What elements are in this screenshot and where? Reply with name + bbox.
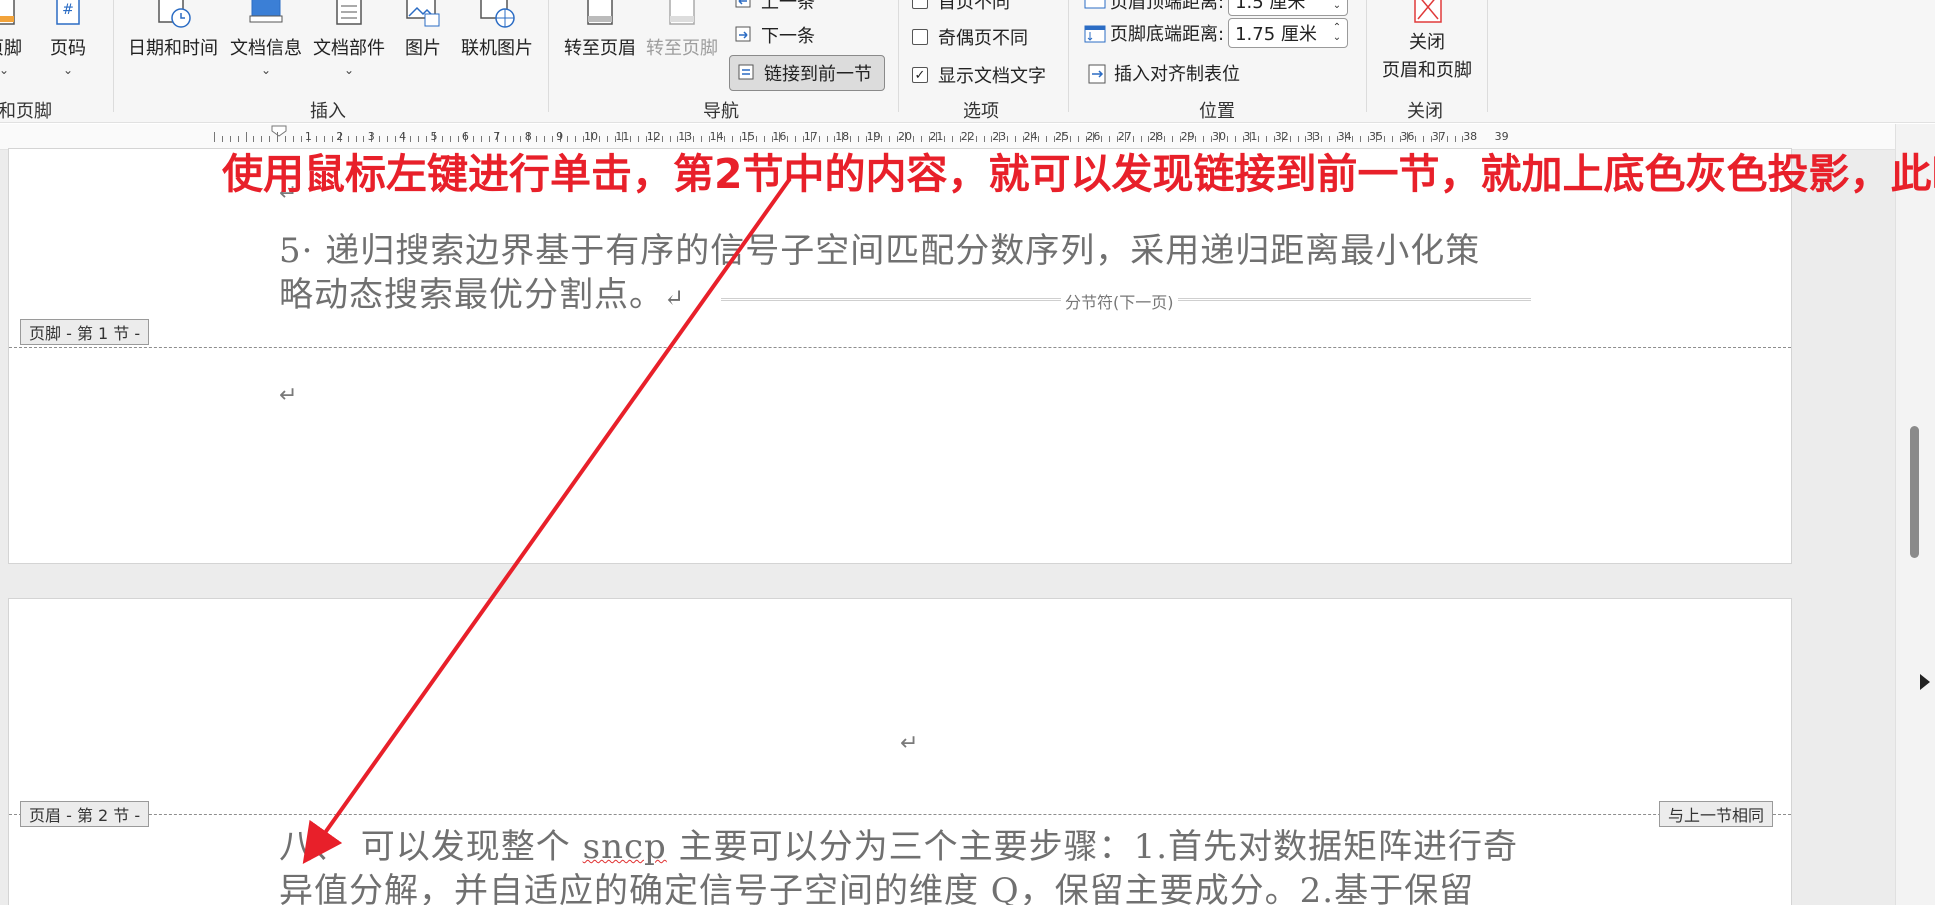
indent-marker-icon[interactable] [270,124,290,138]
goto-header-button[interactable]: 转至页眉 [564,0,636,60]
footer-bottom-distance: 页脚底端距离: 1.75 厘米 ⌃ ⌄ [1084,18,1349,48]
document-canvas[interactable]: ↵ 5· 递归搜索边界基于有序的信号子空间匹配分数序列，采用递归距离最小化策 略… [0,148,1895,905]
online-picture-button[interactable]: 联机图片 [461,0,533,60]
link-to-previous-button[interactable]: 链接到前一节 [729,55,885,91]
close-icon [1409,0,1445,26]
group-divider [898,0,899,112]
vertical-scrollbar[interactable] [1895,124,1935,905]
doc-parts-button[interactable]: 文档部件 ⌄ [313,0,385,76]
footer-distance-icon [1084,24,1106,43]
close-group-label: 关闭 [1407,101,1443,122]
page-2: ↵ 页眉 - 第 2 节 - 与上一节相同 八、 可以发现整个 sncp 主要可… [8,598,1792,905]
svg-text:#: # [62,2,74,18]
body-paragraph-line[interactable]: 5· 递归搜索边界基于有序的信号子空间匹配分数序列，采用递归距离最小化策 [279,223,1480,272]
page-number-button[interactable]: # 页码 ⌄ [50,0,86,76]
body-paragraph-line[interactable]: 异值分解，并自适应的确定信号子空间的维度 Q，保留主要成分。2.基于保留 [279,863,1474,905]
show-doc-text-checkbox[interactable]: ✓ 显示文档文字 [912,62,1046,88]
chevron-down-icon: ⌄ [260,63,272,77]
picture-button[interactable]: 图片 [405,0,441,60]
link-icon [738,64,756,82]
footer-bottom-spinner[interactable]: 1.75 厘米 ⌃ ⌄ [1228,18,1349,48]
group-divider [113,0,114,112]
page-number-icon: # [50,0,86,28]
header-section-tag: 页眉 - 第 2 节 - [20,801,150,827]
goto-header-icon [582,0,618,28]
spinner-arrows-icon[interactable]: ⌃⌄ [1333,23,1341,43]
spelling-error-word[interactable]: sncp [583,827,667,867]
goto-footer-button[interactable]: 转至页脚 [646,0,718,60]
section-break-marker: 分节符(下一页) [721,289,1531,313]
insert-align-tab-button[interactable]: 插入对齐制表位 [1088,60,1240,86]
doc-info-icon [248,0,284,28]
scrollbar-thumb[interactable] [1910,426,1919,558]
picture-icon [405,0,441,28]
close-header-footer-button[interactable]: 关闭 页眉和页脚 [1382,0,1472,82]
group-divider [548,0,549,112]
footer-icon [0,0,22,28]
doc-parts-icon [331,0,367,28]
ruler-tick [214,132,216,142]
online-picture-icon [479,0,515,28]
next-button[interactable]: 下一条 [735,22,815,48]
group-divider [1068,0,1069,112]
same-as-previous-tag: 与上一节相同 [1659,801,1774,827]
insert-group-label: 插入 [310,101,346,122]
annotation-text: 使用鼠标左键进行单击，第2节中的内容，就可以发现链接到前一节，就加上底色灰色投影… [222,150,1935,198]
footer-paragraph-mark[interactable]: ↵ [279,383,297,408]
header-footer-group-label: 和页脚 [0,101,52,122]
doc-info-button[interactable]: 文档信息 ⌄ [230,0,302,76]
next-icon [735,26,753,44]
different-first-page-checkbox[interactable]: 首页不同 [912,0,1010,14]
position-group-label: 位置 [1199,101,1235,122]
footer-button[interactable]: 页脚 ⌄ [0,0,22,76]
date-time-button[interactable]: 日期和时间 [128,0,218,60]
navigation-group-label: 导航 [703,101,739,122]
previous-icon [735,0,753,10]
expand-pane-arrow-icon[interactable] [1920,674,1930,690]
align-tab-icon [1088,64,1106,84]
goto-footer-icon [664,0,700,28]
header-top-distance: 页眉顶端距离: 1.5 厘米 ⌃⌄ [1084,0,1349,16]
header-top-spinner[interactable]: 1.5 厘米 ⌃⌄ [1228,0,1349,16]
checkbox-box [912,0,928,9]
footer-section-tag: 页脚 - 第 1 节 - [20,319,150,345]
checkbox-box [912,29,928,45]
spinner-arrows-icon[interactable]: ⌃⌄ [1333,0,1341,11]
page-1: ↵ 5· 递归搜索边界基于有序的信号子空间匹配分数序列，采用递归距离最小化策 略… [8,148,1792,564]
header-distance-icon [1084,0,1106,10]
different-odd-even-checkbox[interactable]: 奇偶页不同 [912,24,1028,50]
chevron-down-icon: ⌄ [0,63,10,77]
header-paragraph-mark[interactable]: ↵ [900,731,918,756]
options-group-label: 选项 [963,101,999,122]
calendar-clock-icon [155,0,191,28]
checkmark-icon: ✓ [912,67,928,83]
group-divider [1487,0,1488,112]
chevron-down-icon: ⌄ [343,63,355,77]
ribbon-toolbar: 页脚 ⌄ # 页码 ⌄ 和页脚 日期和时间 文档信息 ⌄ 文档部件 ⌄ 图片 [0,0,1935,123]
paragraph-mark: ↵ [664,284,686,312]
group-divider [1366,0,1367,112]
chevron-down-icon: ⌄ [62,63,74,77]
header-boundary-line [9,814,1791,815]
body-paragraph-line[interactable]: 八、 可以发现整个 sncp 主要可以分为三个主要步骤：1.首先对数据矩阵进行奇 [279,819,1518,868]
footer-boundary-line [9,347,1791,348]
previous-button[interactable]: 上一条 [735,0,815,14]
body-paragraph-line[interactable]: 略动态搜索最优分割点。↵ [279,267,685,316]
